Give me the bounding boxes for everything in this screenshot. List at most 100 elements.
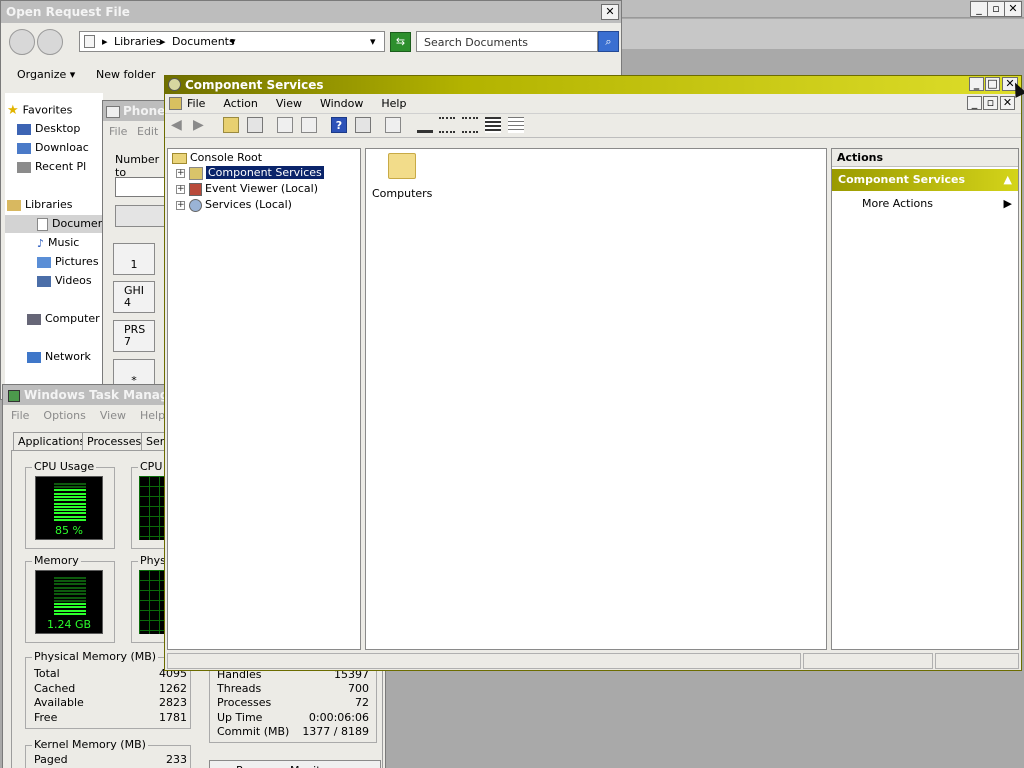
address-bar[interactable]: ▸ Libraries ▸ Documents ▾ ▾ [79, 31, 385, 52]
search-placeholder: Search Documents [424, 36, 529, 49]
nav-downloads[interactable]: Downloac [17, 141, 89, 154]
tree-component-services[interactable]: + Component Services [176, 166, 324, 180]
organize-button[interactable]: Organize ▾ [17, 68, 75, 81]
new-window-icon[interactable] [385, 117, 401, 133]
sys-commit-label: Commit (MB) [217, 725, 290, 738]
tree-console-root[interactable]: Console Root [172, 151, 262, 164]
large-icons-view-icon[interactable] [417, 117, 433, 133]
nav-libraries[interactable]: Libraries [7, 198, 73, 211]
cpu-meter-segment [54, 509, 86, 512]
cs-child-minimize-button[interactable]: _ [967, 96, 982, 110]
cs-menu-help[interactable]: Help [381, 97, 406, 110]
cs-child-close-button[interactable]: ✕ [1000, 96, 1015, 110]
nav-music[interactable]: ♪ Music [37, 236, 79, 250]
new-folder-button[interactable]: New folder [96, 68, 155, 81]
cpu-meter-segment [54, 486, 86, 488]
component-services-icon [168, 78, 181, 91]
cs-menu-bar: File Action View Window Help _ ▫ ✕ [165, 94, 1021, 114]
forward-arrow-icon[interactable]: ▶ [193, 117, 209, 133]
tab-processes[interactable]: Processes [82, 432, 147, 450]
memory-meter-segment [54, 596, 86, 599]
cs-minimize-button[interactable]: _ [969, 77, 984, 91]
content-pane: Computers [365, 148, 827, 650]
nav-pictures[interactable]: Pictures [37, 255, 99, 268]
cs-menu-view[interactable]: View [276, 97, 302, 110]
cs-menu-file[interactable]: File [187, 97, 205, 110]
action-pane-icon[interactable] [355, 117, 371, 133]
phone-menu-edit[interactable]: Edit [137, 125, 158, 138]
background-close-button[interactable]: ✕ [1004, 1, 1022, 17]
number-input[interactable] [115, 177, 165, 197]
more-actions-item[interactable]: More Actions ▶ [832, 195, 1018, 213]
small-icons-view-icon[interactable] [439, 117, 455, 133]
cpu-meter-segment [54, 499, 86, 502]
tm-menu-view[interactable]: View [100, 409, 126, 422]
key-4[interactable]: GHI 4 [113, 281, 155, 313]
forward-button[interactable] [37, 29, 63, 55]
computers-item[interactable]: Computers [372, 153, 432, 200]
expand-icon[interactable]: + [176, 168, 185, 178]
libraries-icon [7, 199, 21, 211]
tab-applications[interactable]: Applications [13, 432, 91, 450]
help-icon[interactable]: ? [331, 117, 347, 133]
back-arrow-icon[interactable]: ◀ [171, 117, 187, 133]
component-services-icon [189, 166, 203, 180]
nav-computer[interactable]: Computer [27, 312, 100, 325]
nav-recent[interactable]: Recent Pl [17, 160, 86, 173]
dial-button[interactable] [115, 205, 165, 227]
cs-maximize-button[interactable]: □ [985, 77, 1000, 91]
cs-menu-action[interactable]: Action [223, 97, 257, 110]
tree-services[interactable]: + Services (Local) [176, 198, 292, 212]
search-input[interactable]: Search Documents [416, 31, 598, 52]
list-view-icon[interactable] [462, 117, 478, 133]
breadcrumb-libraries[interactable]: Libraries [114, 35, 162, 48]
refresh-icon[interactable] [301, 117, 317, 133]
key-1[interactable]: 1 [113, 243, 155, 275]
key-7[interactable]: PRS 7 [113, 320, 155, 352]
open-file-close-button[interactable]: ✕ [601, 4, 619, 20]
phone-menu-file[interactable]: File [109, 125, 127, 138]
cs-child-restore-button[interactable]: ▫ [983, 96, 998, 110]
memory-meter-segment [54, 609, 86, 612]
nav-favorites[interactable]: ★ Favorites [7, 103, 72, 118]
collapse-icon[interactable]: ▲ [1004, 169, 1012, 191]
tm-menu-help[interactable]: Help [140, 409, 165, 422]
up-folder-icon[interactable] [223, 117, 239, 133]
nav-videos[interactable]: Videos [37, 274, 92, 287]
address-dropdown-icon[interactable]: ▾ [370, 35, 376, 48]
nav-network[interactable]: Network [27, 350, 91, 363]
cpu-usage-value: 85 % [55, 524, 83, 537]
search-icon[interactable]: ⌕ [598, 31, 619, 52]
refresh-button[interactable]: ⇆ [390, 32, 411, 52]
tree-event-viewer[interactable]: + Event Viewer (Local) [176, 182, 318, 196]
properties-icon[interactable] [277, 117, 293, 133]
cpu-history-label: CPU [138, 460, 165, 473]
breadcrumb-documents[interactable]: Documents [172, 35, 235, 48]
tm-menu-options[interactable]: Options [43, 409, 85, 422]
expand-icon[interactable]: + [176, 200, 185, 210]
music-icon: ♪ [37, 236, 45, 250]
background-minimize-button[interactable]: _ [970, 1, 988, 17]
pm-free-value: 1781 [159, 711, 187, 724]
expand-icon[interactable]: + [176, 184, 185, 194]
navigation-pane: ★ Favorites Desktop Downloac Recent Pl Li… [5, 93, 105, 393]
background-restore-button[interactable]: ▫ [987, 1, 1005, 17]
sys-uptime-value: 0:00:06:06 [308, 711, 369, 724]
memory-meter-segment [54, 583, 86, 586]
resource-monitor-button[interactable]: Resource Monitor... [209, 760, 381, 768]
phone-dialer-window: Phone File Edit Number to 1 GHI 4 PRS 7 … [102, 100, 166, 390]
memory-meter-segment [54, 613, 86, 615]
cpu-meter-segment [54, 515, 86, 518]
show-hide-tree-icon[interactable] [247, 117, 263, 133]
sys-processes-label: Processes [217, 696, 272, 709]
back-button[interactable] [9, 29, 35, 55]
actions-header: Actions [832, 149, 1018, 167]
detail-view-icon[interactable] [485, 117, 501, 133]
nav-desktop[interactable]: Desktop [17, 122, 80, 135]
actions-section-header[interactable]: Component Services ▲ [832, 169, 1018, 191]
cs-menu-window[interactable]: Window [320, 97, 363, 110]
cpu-meter-segment [54, 495, 86, 498]
tm-menu-file[interactable]: File [11, 409, 29, 422]
status-view-icon[interactable] [508, 117, 524, 133]
nav-documents[interactable]: Documen [5, 215, 105, 233]
